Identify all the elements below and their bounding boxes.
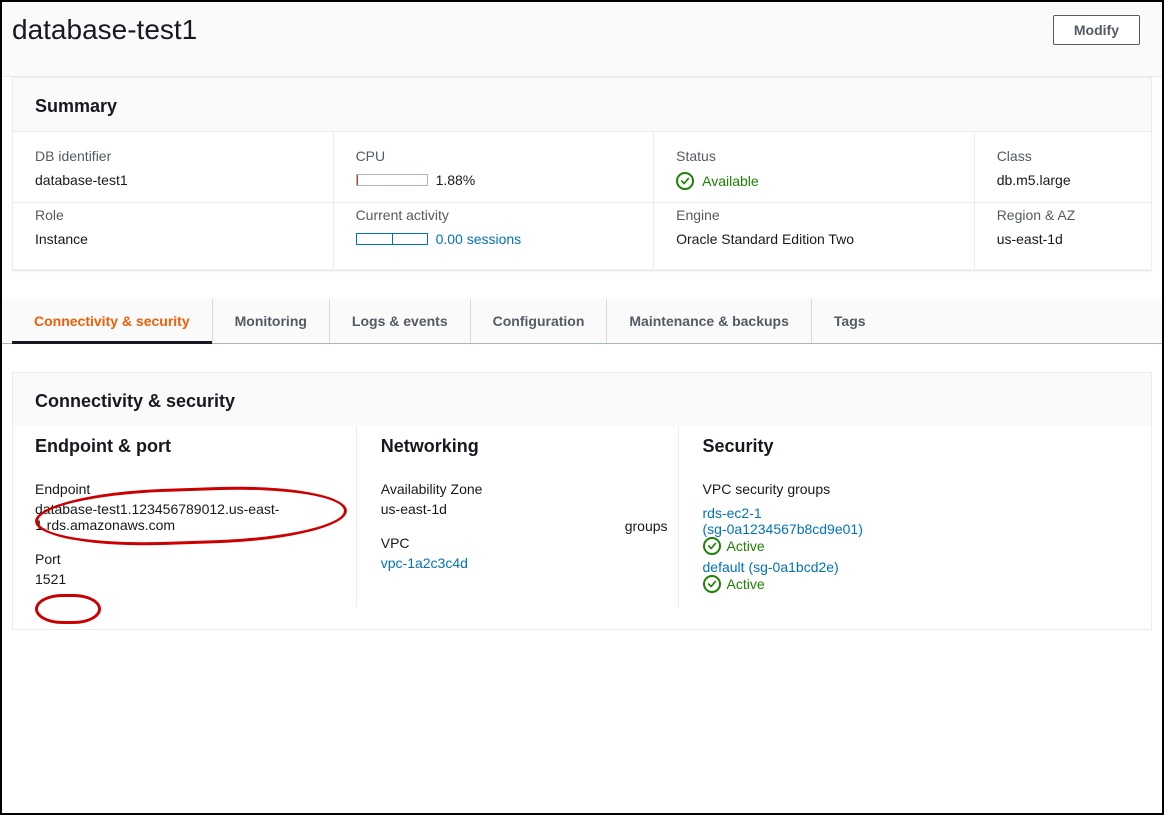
page-header: database-test1 Modify: [2, 2, 1162, 77]
connectivity-body: Endpoint & port Endpoint database-test1.…: [13, 426, 1151, 629]
cpu-label: CPU: [356, 148, 632, 164]
summary-row-1: DB identifier database-test1 CPU 1.88% S…: [13, 132, 1151, 203]
endpoint-port-heading: Endpoint & port: [35, 436, 338, 457]
connectivity-title: Connectivity & security: [35, 391, 1129, 412]
page-title: database-test1: [12, 14, 197, 46]
activity-cell: Current activity 0.00 sessions: [334, 203, 655, 269]
check-circle-icon: [676, 172, 694, 190]
role-value: Instance: [35, 231, 311, 247]
vpc-link[interactable]: vpc-1a2c3c4d: [381, 555, 468, 571]
endpoint-label: Endpoint: [35, 481, 338, 497]
engine-value: Oracle Standard Edition Two: [676, 231, 952, 247]
cpu-bar: [356, 174, 428, 186]
vpc-label: VPC: [381, 535, 660, 551]
networking-heading: Networking: [381, 436, 660, 457]
vpc-sg-label: VPC security groups: [703, 481, 1129, 497]
endpoint-port-column: Endpoint & port Endpoint database-test1.…: [35, 426, 357, 607]
check-circle-icon: [703, 537, 721, 555]
tab-monitoring[interactable]: Monitoring: [213, 299, 330, 343]
sg2-status: Active: [703, 575, 1129, 593]
engine-cell: Engine Oracle Standard Edition Two: [654, 203, 975, 269]
role-cell: Role Instance: [13, 203, 334, 269]
port-value: 1521: [35, 571, 338, 587]
annotation-circle-port: [35, 594, 101, 624]
sg1-status-text: Active: [727, 538, 765, 554]
sg2-status-text: Active: [727, 576, 765, 592]
security-group-2: default (sg-0a1bcd2e) Active: [703, 559, 1129, 593]
security-group-1: rds-ec2-1 (sg-0a1234567b8cd9e01) Active: [703, 505, 1129, 555]
cpu-value: 1.88%: [356, 172, 632, 188]
role-label: Role: [35, 207, 311, 223]
status-value: Available: [676, 172, 952, 190]
connectivity-header: Connectivity & security: [13, 373, 1151, 426]
security-heading: Security: [703, 436, 1129, 457]
region-cell: Region & AZ us-east-1d: [975, 203, 1151, 269]
sg1-name-link[interactable]: rds-ec2-1: [703, 505, 762, 521]
tab-logs[interactable]: Logs & events: [330, 299, 471, 343]
class-value: db.m5.large: [997, 172, 1129, 188]
cpu-cell: CPU 1.88%: [334, 132, 655, 202]
db-identifier-cell: DB identifier database-test1: [13, 132, 334, 202]
cpu-value-text: 1.88%: [436, 172, 476, 188]
connectivity-panel: Connectivity & security Endpoint & port …: [12, 372, 1152, 630]
summary-row-2: Role Instance Current activity 0.00 sess…: [13, 203, 1151, 270]
status-label: Status: [676, 148, 952, 164]
tab-connectivity[interactable]: Connectivity & security: [12, 299, 213, 343]
summary-panel: Summary DB identifier database-test1 CPU…: [12, 77, 1152, 271]
region-label: Region & AZ: [997, 207, 1129, 223]
activity-label: Current activity: [356, 207, 632, 223]
tab-tags[interactable]: Tags: [812, 299, 888, 343]
tab-configuration[interactable]: Configuration: [471, 299, 608, 343]
db-identifier-value: database-test1: [35, 172, 311, 188]
networking-column: Networking Availability Zone us-east-1d …: [357, 426, 679, 607]
port-label: Port: [35, 551, 338, 567]
az-value: us-east-1d: [381, 501, 660, 517]
activity-link[interactable]: 0.00 sessions: [436, 231, 522, 247]
check-circle-icon: [703, 575, 721, 593]
az-label: Availability Zone: [381, 481, 660, 497]
class-cell: Class db.m5.large: [975, 132, 1151, 202]
security-column: Security VPC security groups rds-ec2-1 (…: [679, 426, 1129, 607]
endpoint-value: database-test1.123456789012.us-east-1.rd…: [35, 501, 338, 533]
activity-value: 0.00 sessions: [356, 231, 632, 247]
sg2-name-link[interactable]: default (sg-0a1bcd2e): [703, 559, 839, 575]
engine-label: Engine: [676, 207, 952, 223]
tab-maintenance[interactable]: Maintenance & backups: [607, 299, 812, 343]
vpc-value: vpc-1a2c3c4d: [381, 555, 660, 571]
db-identifier-label: DB identifier: [35, 148, 311, 164]
region-value: us-east-1d: [997, 231, 1129, 247]
sg1-id-link[interactable]: (sg-0a1234567b8cd9e01): [703, 521, 863, 537]
status-text: Available: [702, 173, 759, 189]
summary-header: Summary: [13, 78, 1151, 132]
detail-tabs: Connectivity & security Monitoring Logs …: [2, 299, 1162, 344]
summary-title: Summary: [35, 96, 1129, 117]
status-cell: Status Available: [654, 132, 975, 202]
groups-text: groups: [625, 518, 668, 534]
sessions-bar: [356, 233, 428, 245]
modify-button[interactable]: Modify: [1053, 15, 1140, 45]
sg1-status: Active: [703, 537, 1129, 555]
class-label: Class: [997, 148, 1129, 164]
